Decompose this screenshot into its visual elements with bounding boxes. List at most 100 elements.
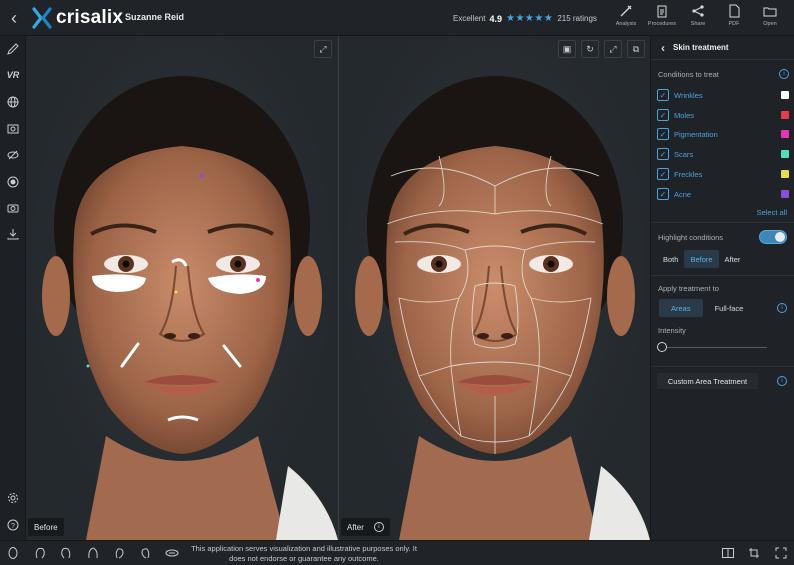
after-label-chip: After i xyxy=(341,518,390,536)
face-front-icon[interactable] xyxy=(6,546,20,560)
condition-acne[interactable]: ✓ Acne xyxy=(657,186,789,202)
view-option-after[interactable]: After xyxy=(719,250,747,268)
intensity-slider-track[interactable] xyxy=(663,347,767,348)
left-toolbar: VR ? xyxy=(0,36,26,540)
crop-icon[interactable] xyxy=(747,546,761,560)
panel-back-chevron-icon[interactable]: ‹ xyxy=(661,41,665,55)
share-icon xyxy=(690,3,706,19)
apply-option-full-face[interactable]: Full-face xyxy=(703,299,756,317)
patient-name: Suzanne Reid xyxy=(125,12,185,22)
panel-title: Skin treatment xyxy=(673,43,729,52)
help-icon[interactable]: ? xyxy=(5,517,21,533)
open-label: Open xyxy=(763,21,777,27)
checkbox-checked-icon[interactable]: ✓ xyxy=(657,89,669,101)
condition-label: Moles xyxy=(674,110,695,120)
fullscreen-pane-icon[interactable]: ⤢ xyxy=(314,40,332,58)
divider xyxy=(651,275,794,276)
conditions-title: Conditions to treat xyxy=(658,69,719,79)
folder-open-icon xyxy=(762,3,778,19)
view-option-before[interactable]: Before xyxy=(684,250,719,268)
checkbox-checked-icon[interactable]: ✓ xyxy=(657,128,669,140)
face-left-icon[interactable] xyxy=(33,546,47,560)
condition-label: Acne xyxy=(674,189,692,199)
conditions-header: Conditions to treat i xyxy=(651,69,794,79)
ruler-pencil-icon xyxy=(618,3,634,19)
checkbox-checked-icon[interactable]: ✓ xyxy=(657,109,669,121)
skin-treatment-panel: ‹ Skin treatment Conditions to treat i ✓… xyxy=(650,36,794,540)
save-view-icon[interactable]: ▣ xyxy=(558,40,576,58)
checkbox-checked-icon[interactable]: ✓ xyxy=(657,188,669,200)
face-profile-left-icon[interactable] xyxy=(112,546,126,560)
intensity-slider-knob[interactable] xyxy=(657,342,667,352)
face-right-icon[interactable] xyxy=(59,546,73,560)
apply-info-icon[interactable]: i xyxy=(777,303,787,313)
custom-area-info-icon[interactable]: i xyxy=(777,376,787,386)
crisalix-logo-icon xyxy=(32,7,52,29)
color-swatch xyxy=(781,111,789,119)
clipboard-icon xyxy=(654,3,670,19)
procedures-button[interactable]: Procedures xyxy=(644,3,680,33)
after-label: After xyxy=(347,522,364,532)
analysis-button[interactable]: Analysis xyxy=(608,3,644,33)
color-swatch xyxy=(781,150,789,158)
share-label: Share xyxy=(690,21,706,27)
apply-option-areas[interactable]: Areas xyxy=(659,299,703,317)
divider xyxy=(651,366,794,367)
reset-rotation-icon[interactable]: ↻ xyxy=(581,40,599,58)
settings-icon[interactable] xyxy=(5,490,21,506)
toggle-knob xyxy=(775,232,785,242)
select-all-link[interactable]: Select all xyxy=(757,208,787,217)
camera-icon[interactable] xyxy=(5,200,21,216)
apply-segmented-control: Areas Full-face xyxy=(659,299,755,317)
pdf-button[interactable]: PDF xyxy=(716,3,752,33)
condition-wrinkles[interactable]: ✓ Wrinkles xyxy=(657,87,789,103)
rating-stars-icon: ★★★★★ xyxy=(505,13,554,24)
color-swatch xyxy=(781,170,789,178)
condition-scars[interactable]: ✓ Scars xyxy=(657,146,789,162)
face-profile-right-icon[interactable] xyxy=(139,546,153,560)
checkbox-checked-icon[interactable]: ✓ xyxy=(657,148,669,160)
color-swatch xyxy=(781,130,789,138)
checkbox-checked-icon[interactable]: ✓ xyxy=(657,168,669,180)
face-model-before[interactable] xyxy=(26,36,338,540)
pencil-icon[interactable] xyxy=(5,41,21,57)
condition-moles[interactable]: ✓ Moles xyxy=(657,107,789,123)
back-chevron-icon[interactable]: ‹ xyxy=(6,9,22,27)
before-pane[interactable]: ⤢ Before xyxy=(26,36,338,540)
face-top-icon[interactable] xyxy=(165,546,179,560)
face-half-icon[interactable] xyxy=(86,546,100,560)
vr-icon[interactable]: VR xyxy=(5,67,21,83)
apply-title: Apply treatment to xyxy=(658,284,719,293)
condition-label: Freckles xyxy=(674,169,703,179)
before-label: Before xyxy=(34,522,58,532)
share-button[interactable]: Share xyxy=(680,3,716,33)
brand-logo: crisalix xyxy=(32,7,123,29)
info-icon[interactable]: i xyxy=(373,522,384,532)
download-icon[interactable] xyxy=(5,226,21,242)
camera-rotate-icon[interactable] xyxy=(5,120,21,136)
fullscreen-after-icon[interactable]: ⤢ xyxy=(604,40,622,58)
highlight-toggle[interactable] xyxy=(759,230,787,244)
rating-value: 4.9 xyxy=(489,13,502,24)
record-icon[interactable] xyxy=(5,174,21,190)
procedures-label: Procedures xyxy=(647,21,677,27)
after-pane[interactable]: ▣ ↻ ⤢ ⧉ After i xyxy=(339,36,651,540)
fullscreen-icon[interactable] xyxy=(774,546,788,560)
open-button[interactable]: Open xyxy=(752,3,788,33)
3d-viewport[interactable]: ⤢ Before ▣ ↻ ⤢ ⧉ After i xyxy=(26,36,651,540)
conditions-info-icon[interactable]: i xyxy=(779,69,789,79)
pdf-label: PDF xyxy=(728,21,740,27)
eye-slash-icon[interactable] xyxy=(5,147,21,163)
split-view-icon[interactable] xyxy=(721,546,735,560)
duplicate-view-icon[interactable]: ⧉ xyxy=(627,40,645,58)
condition-freckles[interactable]: ✓ Freckles xyxy=(657,166,789,182)
highlight-label: Highlight conditions xyxy=(658,233,724,242)
face-model-after[interactable] xyxy=(339,36,650,540)
before-label-chip: Before xyxy=(28,518,64,536)
custom-area-treatment-button[interactable]: Custom Area Treatment xyxy=(657,373,758,389)
rating-summary[interactable]: Excellent 4.9 ★★★★★ 215 ratings xyxy=(453,13,597,24)
condition-pigmentation[interactable]: ✓ Pigmentation xyxy=(657,126,789,142)
view-option-both[interactable]: Both xyxy=(657,250,684,268)
condition-label: Wrinkles xyxy=(674,90,703,100)
globe-icon[interactable] xyxy=(5,94,21,110)
